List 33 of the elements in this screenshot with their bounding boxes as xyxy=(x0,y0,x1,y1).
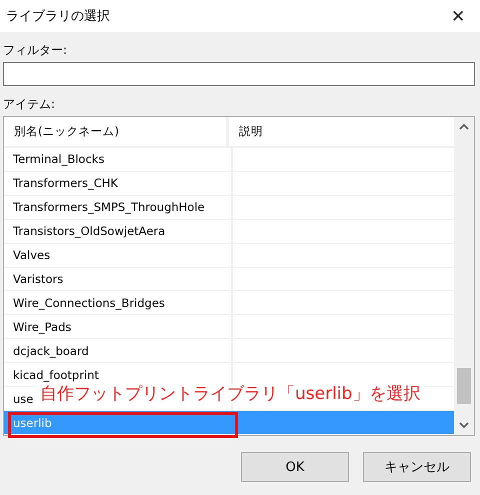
table-row[interactable]: Transformers_CHK xyxy=(4,172,454,196)
table-cell: Wire_Pads xyxy=(4,315,233,338)
scrollbar[interactable] xyxy=(454,117,474,435)
scroll-thumb[interactable] xyxy=(457,368,471,404)
filter-label: フィルター: xyxy=(3,42,68,58)
annotation-tooltip: 自作フットプリントライブラリ「userlib」を選択 xyxy=(36,384,424,404)
table-cell: Varistors xyxy=(4,268,233,290)
table-row[interactable]: Varistors xyxy=(4,268,454,292)
table-cell: Wire_Connections_Bridges xyxy=(4,291,233,314)
table-cell: Transistors_OldSowjetAera xyxy=(4,220,233,243)
table-row[interactable]: Transformers_SMPS_ThroughHole xyxy=(4,196,454,220)
table-cell: Transformers_SMPS_ThroughHole xyxy=(4,196,233,219)
dialog-button[interactable]: OK xyxy=(241,452,349,482)
scroll-up-icon[interactable] xyxy=(459,123,469,130)
table-row[interactable]: dcjack_board xyxy=(4,339,454,364)
table-cell: Transformers_CHK xyxy=(4,172,233,195)
table-row[interactable]: Transistors_OldSowjetAera xyxy=(4,220,454,244)
column-header[interactable]: 説明 xyxy=(229,117,454,146)
scroll-down-icon[interactable] xyxy=(459,422,469,429)
table-row[interactable]: Terminal_Blocks xyxy=(4,148,454,172)
table-row[interactable]: Wire_Connections_Bridges xyxy=(4,291,454,316)
table-cell: Terminal_Blocks xyxy=(4,148,233,171)
filter-field[interactable] xyxy=(3,62,475,86)
table-cell: userlib xyxy=(4,411,233,434)
close-button[interactable]: ✕ xyxy=(436,0,480,32)
table-cell: dcjack_board xyxy=(4,339,233,362)
items-label: アイテム: xyxy=(3,96,56,112)
table-row[interactable]: Valves xyxy=(4,244,454,268)
column-header[interactable]: 別名(ニックネーム) xyxy=(4,117,229,146)
window-title: ライブラリの選択 xyxy=(6,8,110,25)
table-row[interactable]: Wire_Pads xyxy=(4,315,454,340)
table-cell: Valves xyxy=(4,244,233,267)
dialog-button[interactable]: キャンセル xyxy=(363,452,471,482)
